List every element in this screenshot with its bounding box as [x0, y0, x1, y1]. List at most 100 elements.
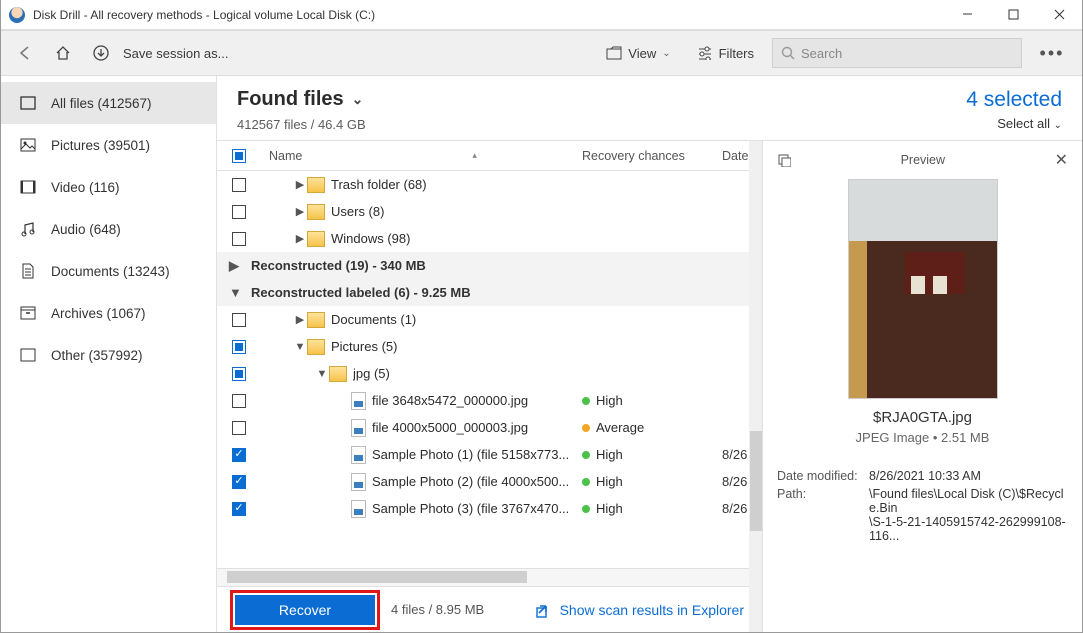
select-all-button[interactable]: Select all ⌄ — [966, 116, 1062, 131]
tree-folder-row[interactable]: ▼jpg (5) — [217, 360, 762, 387]
tree-folder-row[interactable]: ▶Users (8) — [217, 198, 762, 225]
row-checkbox[interactable] — [232, 313, 246, 327]
preview-pane: Preview ✕ $RJA0GTA.jpg JPEG Image • 2.51… — [762, 141, 1082, 632]
sidebar: All files (412567) Pictures (39501) Vide… — [1, 76, 217, 632]
row-checkbox[interactable] — [232, 178, 246, 192]
row-checkbox[interactable] — [232, 475, 246, 489]
folder-icon — [307, 177, 325, 193]
row-checkbox[interactable] — [232, 340, 246, 354]
modified-label: Date modified: — [777, 469, 869, 483]
file-icon — [351, 500, 366, 518]
sidebar-item-label: Other (357992) — [51, 348, 143, 363]
documents-icon — [19, 263, 37, 279]
sidebar-item-audio[interactable]: Audio (648) — [1, 208, 216, 250]
sidebar-item-video[interactable]: Video (116) — [1, 166, 216, 208]
external-link-icon — [536, 602, 552, 618]
tree-file-row[interactable]: file 4000x5000_000003.jpg Average — [217, 414, 762, 441]
app-icon — [9, 7, 25, 23]
recover-button[interactable]: Recover — [235, 595, 375, 625]
more-menu[interactable]: ••• — [1032, 43, 1072, 64]
show-in-explorer-link[interactable]: Show scan results in Explorer — [536, 602, 744, 618]
window-titlebar: Disk Drill - All recovery methods - Logi… — [1, 0, 1082, 30]
row-checkbox[interactable] — [232, 367, 246, 381]
minimize-button[interactable] — [944, 0, 990, 30]
folder-icon — [329, 366, 347, 382]
file-icon — [351, 392, 366, 410]
other-icon — [19, 348, 37, 362]
row-label: Sample Photo (2) (file 4000x500... — [372, 474, 569, 489]
found-files-title[interactable]: Found files ⌄ — [237, 88, 366, 111]
preview-subtitle: JPEG Image • 2.51 MB — [777, 430, 1068, 445]
modified-value: 8/26/2021 10:33 AM — [869, 469, 1068, 483]
preview-image — [848, 179, 998, 399]
row-checkbox[interactable] — [232, 421, 246, 435]
sidebar-item-label: Audio (648) — [51, 222, 121, 237]
header-checkbox[interactable] — [217, 149, 261, 163]
tree-group-row[interactable]: ▼Reconstructed labeled (6) - 9.25 MB — [217, 279, 762, 306]
save-session-label[interactable]: Save session as... — [123, 46, 229, 61]
tree-file-row[interactable]: file 3648x5472_000000.jpg High — [217, 387, 762, 414]
row-checkbox[interactable] — [232, 448, 246, 462]
horizontal-scrollbar[interactable]: ▶ — [217, 568, 762, 586]
search-input[interactable]: Search — [772, 38, 1022, 68]
filters-button[interactable]: Filters — [689, 38, 762, 68]
tree-folder-row[interactable]: ▼Pictures (5) — [217, 333, 762, 360]
maximize-button[interactable] — [990, 0, 1036, 30]
scrollbar-thumb[interactable] — [750, 431, 762, 531]
chevron-down-icon: ⌄ — [352, 91, 364, 108]
view-label: View — [628, 46, 656, 61]
row-checkbox[interactable] — [232, 502, 246, 516]
row-label: Sample Photo (1) (file 5158x773... — [372, 447, 569, 462]
toolbar: Save session as... View ⌄ Filters Search… — [1, 30, 1082, 76]
row-checkbox[interactable] — [232, 394, 246, 408]
sidebar-item-other[interactable]: Other (357992) — [1, 334, 216, 376]
popout-icon[interactable] — [777, 153, 791, 167]
tree-file-row[interactable]: Sample Photo (1) (file 5158x773... High8… — [217, 441, 762, 468]
path-label: Path: — [777, 487, 869, 543]
row-label: Documents (1) — [331, 312, 416, 327]
footer: Recover 4 files / 8.95 MB Show scan resu… — [217, 586, 762, 632]
sidebar-item-documents[interactable]: Documents (13243) — [1, 250, 216, 292]
view-dropdown[interactable]: View ⌄ — [598, 38, 678, 68]
folder-icon — [307, 339, 325, 355]
search-placeholder: Search — [801, 46, 842, 61]
row-label: Pictures (5) — [331, 339, 397, 354]
tree-folder-row[interactable]: ▶Trash folder (68) — [217, 171, 762, 198]
chevron-down-icon: ⌄ — [1054, 120, 1062, 131]
archives-icon — [19, 306, 37, 320]
folder-icon — [606, 46, 622, 60]
home-button[interactable] — [49, 39, 77, 67]
row-label: Trash folder (68) — [331, 177, 427, 192]
vertical-scrollbar[interactable] — [749, 141, 763, 632]
scrollbar-thumb[interactable] — [227, 571, 527, 583]
tree-file-row[interactable]: Sample Photo (3) (file 3767x470... High8… — [217, 495, 762, 522]
sidebar-item-label: Archives (1067) — [51, 306, 146, 321]
tree-folder-row[interactable]: ▶Windows (98) — [217, 225, 762, 252]
tree-file-row[interactable]: Sample Photo (2) (file 4000x500... High8… — [217, 468, 762, 495]
sidebar-item-all-files[interactable]: All files (412567) — [1, 82, 216, 124]
search-icon — [781, 46, 795, 60]
back-button[interactable] — [11, 39, 39, 67]
row-checkbox[interactable] — [232, 205, 246, 219]
sidebar-item-archives[interactable]: Archives (1067) — [1, 292, 216, 334]
file-tree[interactable]: ▶Trash folder (68) ▶Users (8) ▶Windows (… — [217, 171, 762, 568]
close-button[interactable] — [1036, 0, 1082, 30]
audio-icon — [19, 221, 37, 237]
sidebar-item-label: Video (116) — [51, 180, 120, 195]
column-headers: Name▴ Recovery chances Date — [217, 141, 762, 171]
sidebar-item-pictures[interactable]: Pictures (39501) — [1, 124, 216, 166]
row-label: Users (8) — [331, 204, 384, 219]
file-icon — [351, 419, 366, 437]
preview-heading: Preview — [791, 153, 1055, 167]
preview-filename: $RJA0GTA.jpg — [777, 409, 1068, 426]
chevron-down-icon: ⌄ — [662, 48, 670, 59]
tree-group-row[interactable]: ▶Reconstructed (19) - 340 MB — [217, 252, 762, 279]
row-label: file 4000x5000_000003.jpg — [372, 420, 528, 435]
column-recovery[interactable]: Recovery chances — [582, 149, 722, 163]
save-session-icon[interactable] — [87, 39, 115, 67]
column-name[interactable]: Name▴ — [261, 149, 582, 163]
tree-folder-row[interactable]: ▶Documents (1) — [217, 306, 762, 333]
folder-icon — [307, 204, 325, 220]
close-preview-button[interactable]: ✕ — [1055, 150, 1068, 170]
row-checkbox[interactable] — [232, 232, 246, 246]
